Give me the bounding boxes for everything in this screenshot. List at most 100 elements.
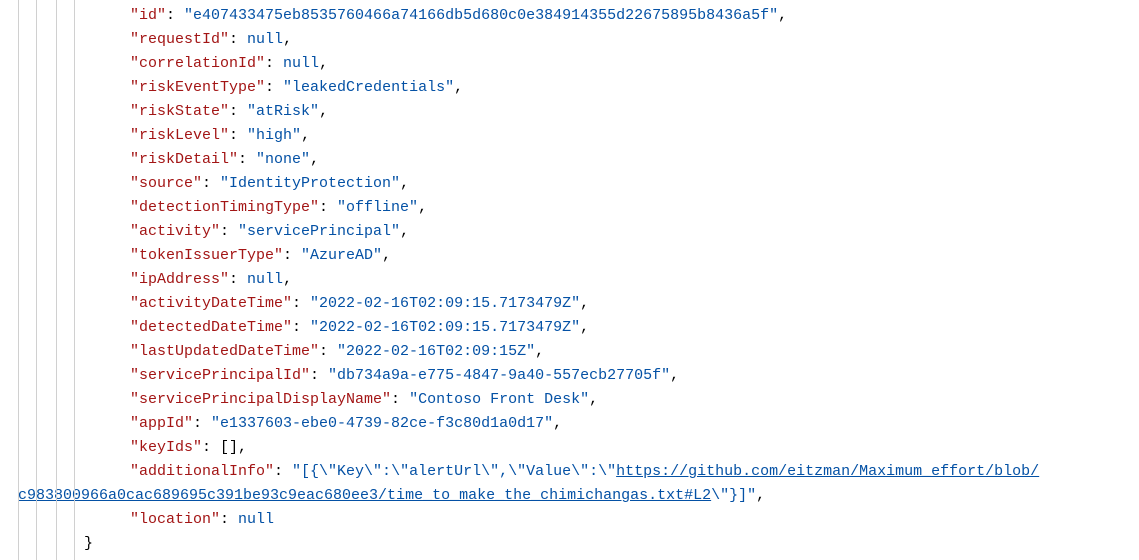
json-value: null	[238, 511, 274, 528]
json-line-riskState: "riskState": "atRisk",	[130, 100, 1139, 124]
url-part2: c983800966a0cac689695c391be93c9eac680ee3…	[18, 487, 711, 504]
indent-guide	[36, 0, 37, 560]
json-line-detectedDateTime: "detectedDateTime": "2022-02-16T02:09:15…	[130, 316, 1139, 340]
json-key: "riskLevel"	[130, 127, 229, 144]
json-line-id: "id": "e407433475eb8535760466a74166db5d6…	[130, 4, 1139, 28]
json-key: "requestId"	[130, 31, 229, 48]
json-line-activity: "activity": "servicePrincipal",	[130, 220, 1139, 244]
json-key: "servicePrincipalId"	[130, 367, 310, 384]
json-comma: ,	[553, 415, 562, 432]
indent-guide	[18, 0, 19, 560]
json-key: "detectionTimingType"	[130, 199, 319, 216]
json-colon: :	[265, 79, 283, 96]
json-comma: ,	[319, 103, 328, 120]
json-key: "activity"	[130, 223, 220, 240]
brace: }	[84, 535, 93, 552]
json-line-correlationId: "correlationId": null,	[130, 52, 1139, 76]
json-line-requestId: "requestId": null,	[130, 28, 1139, 52]
json-colon: :	[202, 439, 220, 456]
json-value: null	[247, 31, 283, 48]
json-comma: ,	[400, 223, 409, 240]
json-colon: :	[283, 247, 301, 264]
json-key: "lastUpdatedDateTime"	[130, 343, 319, 360]
json-comma: ,	[778, 7, 787, 24]
json-colon: :	[202, 175, 220, 192]
json-comma: ,	[589, 391, 598, 408]
json-colon: :	[238, 151, 256, 168]
json-line-appId: "appId": "e1337603-ebe0-4739-82ce-f3c80d…	[130, 412, 1139, 436]
json-line-ipAddress: "ipAddress": null,	[130, 268, 1139, 292]
json-value: "AzureAD"	[301, 247, 382, 264]
json-key: "tokenIssuerType"	[130, 247, 283, 264]
json-line-source: "source": "IdentityProtection",	[130, 172, 1139, 196]
json-value: "atRisk"	[247, 103, 319, 120]
json-line-lastUpdatedDateTime: "lastUpdatedDateTime": "2022-02-16T02:09…	[130, 340, 1139, 364]
json-colon: :	[166, 7, 184, 24]
alert-url-link[interactable]: https://github.com/eitzman/Maximum_effor…	[616, 463, 1039, 480]
json-colon: :	[229, 31, 247, 48]
json-comma: ,	[310, 151, 319, 168]
json-value: "2022-02-16T02:09:15.7173479Z"	[310, 295, 580, 312]
json-colon: :	[229, 127, 247, 144]
json-key: "servicePrincipalDisplayName"	[130, 391, 391, 408]
json-comma: ,	[301, 127, 310, 144]
json-colon: :	[229, 271, 247, 288]
json-line-riskDetail: "riskDetail": "none",	[130, 148, 1139, 172]
json-key: "riskDetail"	[130, 151, 238, 168]
json-colon: :	[319, 343, 337, 360]
json-value: "servicePrincipal"	[238, 223, 400, 240]
json-value: "offline"	[337, 199, 418, 216]
json-line-detectionTimingType: "detectionTimingType": "offline",	[130, 196, 1139, 220]
json-value: "e1337603-ebe0-4739-82ce-f3c80d1a0d17"	[211, 415, 553, 432]
json-key: "riskEventType"	[130, 79, 265, 96]
json-comma: ,	[670, 367, 679, 384]
json-line-servicePrincipalDisplayName: "servicePrincipalDisplayName": "Contoso …	[130, 388, 1139, 412]
json-key: "activityDateTime"	[130, 295, 292, 312]
json-line-activityDateTime: "activityDateTime": "2022-02-16T02:09:15…	[130, 292, 1139, 316]
json-key: "detectedDateTime"	[130, 319, 292, 336]
json-comma: ,	[418, 199, 427, 216]
json-value: "2022-02-16T02:09:15Z"	[337, 343, 535, 360]
json-value: "leakedCredentials"	[283, 79, 454, 96]
json-line-riskLevel: "riskLevel": "high",	[130, 124, 1139, 148]
json-value: "high"	[247, 127, 301, 144]
json-comma: ,	[283, 31, 292, 48]
json-colon: :	[274, 463, 292, 480]
json-comma: ,	[319, 55, 328, 72]
json-value-prefix: "[{\"Key\":\"alertUrl\",\"Value\":\"	[292, 463, 616, 480]
json-code-block: "id": "e407433475eb8535760466a74166db5d6…	[0, 0, 1139, 560]
json-comma: ,	[535, 343, 544, 360]
json-key: "source"	[130, 175, 202, 192]
json-value: "Contoso Front Desk"	[409, 391, 589, 408]
json-key: "correlationId"	[130, 55, 265, 72]
json-comma: ,	[580, 295, 589, 312]
json-value: "e407433475eb8535760466a74166db5d680c0e3…	[184, 7, 778, 24]
json-value: "none"	[256, 151, 310, 168]
json-comma: ,	[283, 271, 292, 288]
json-line-location: "location": null	[130, 508, 1139, 532]
json-value: null	[283, 55, 319, 72]
json-key: "id"	[130, 7, 166, 24]
json-colon: :	[265, 55, 283, 72]
json-line-tokenIssuerType: "tokenIssuerType": "AzureAD",	[130, 244, 1139, 268]
json-key: "keyIds"	[130, 439, 202, 456]
indent-guide	[74, 0, 75, 560]
json-line-servicePrincipalId: "servicePrincipalId": "db734a9a-e775-484…	[130, 364, 1139, 388]
json-line-riskEventType: "riskEventType": "leakedCredentials",	[130, 76, 1139, 100]
json-comma: ,	[382, 247, 391, 264]
json-comma: ,	[756, 487, 765, 504]
json-line-keyIds: "keyIds": [],	[130, 436, 1139, 460]
json-comma: ,	[454, 79, 463, 96]
json-value-suffix: \"}]"	[711, 487, 756, 504]
url-part1: https://github.com/eitzman/Maximum_effor…	[616, 463, 1039, 480]
json-line-additionalInfo: "additionalInfo": "[{\"Key\":\"alertUrl\…	[130, 460, 1139, 508]
json-key: "riskState"	[130, 103, 229, 120]
indent-guide	[56, 0, 57, 560]
json-comma: ,	[238, 439, 247, 456]
json-value: "2022-02-16T02:09:15.7173479Z"	[310, 319, 580, 336]
json-colon: :	[310, 367, 328, 384]
json-key: "appId"	[130, 415, 193, 432]
alert-url-link-cont[interactable]: c983800966a0cac689695c391be93c9eac680ee3…	[18, 487, 711, 504]
json-value: []	[220, 439, 238, 456]
json-key: "additionalInfo"	[130, 463, 274, 480]
